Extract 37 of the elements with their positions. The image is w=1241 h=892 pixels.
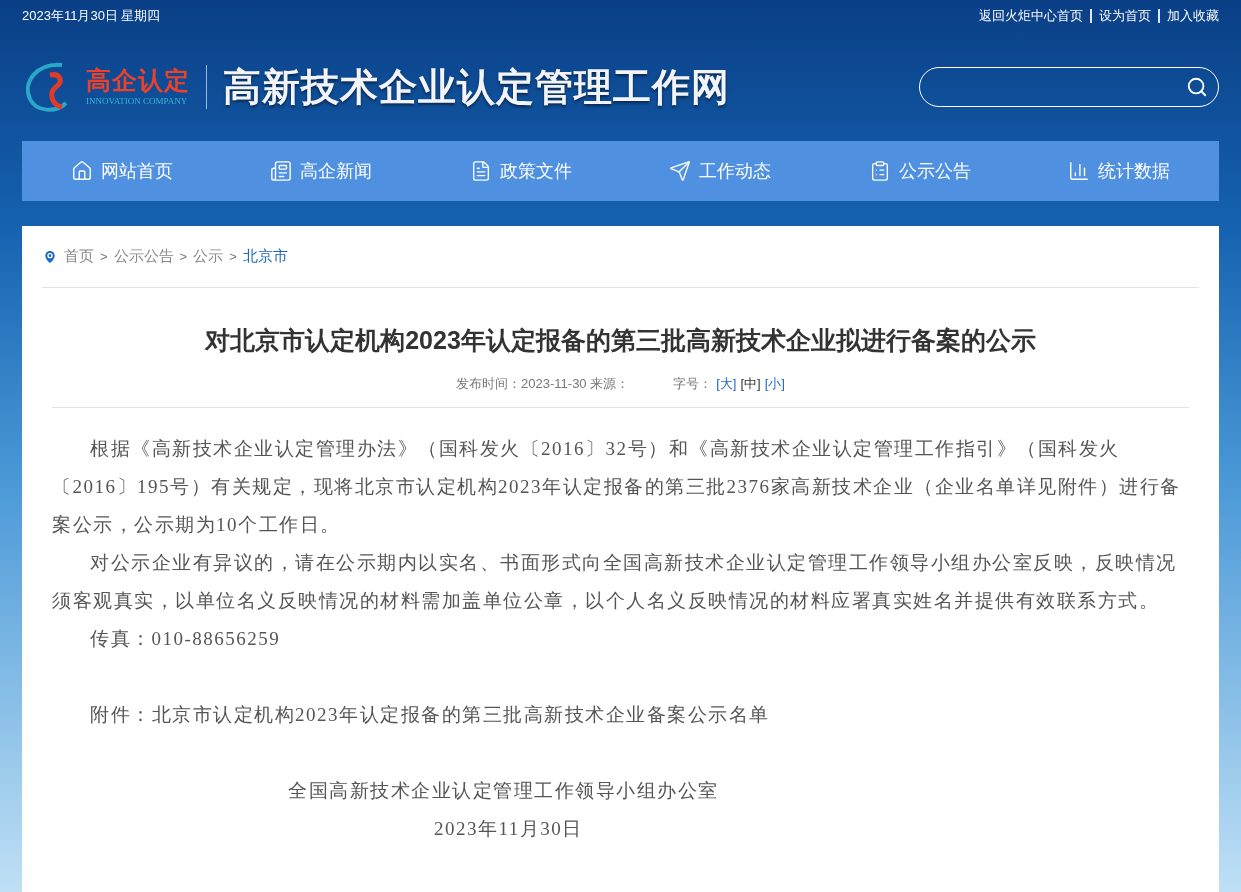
nav-item[interactable]: 统计数据 <box>1062 153 1177 189</box>
breadcrumb-separator: > <box>229 247 237 266</box>
bar-chart-icon <box>1068 160 1091 182</box>
article-title: 对北京市认定机构2023年认定报备的第三批高新技术企业拟进行备案的公示 <box>203 325 1037 356</box>
attachment-text: 附件：北京市认定机构2023年认定报备的第三批高新技术企业备案公示名单 <box>89 703 771 727</box>
header-link[interactable]: 加入收藏 <box>1167 6 1219 26</box>
body-paragraph: 根据《高新技术企业认定管理办法》（国科发火〔2016〕32号）和《高新技术企业认定管理工作指引》（国科发火〔2016〕195号）有关规定，现将北京市认定机构2023年认定报备的第三批2376家高新技术企业（企业名单详见附件）进行备案公示，公示期为10个工作日。 <box>52 437 1182 537</box>
home-icon <box>70 160 93 182</box>
nav-item[interactable]: 网站首页 <box>64 153 179 189</box>
breadcrumb-link[interactable]: 公示公告 <box>113 245 174 268</box>
font-size-option[interactable]: [大] <box>716 373 737 393</box>
breadcrumb-link[interactable]: 首页 <box>64 245 94 268</box>
body-paragraph: 对公示企业有异议的，请在公示期内以实名、书面形式向全国高新技术企业认定管理工作领导小组办公室反映，反映情况须客观真实，以单位名义反映情况的材料需加盖单位公章，以个人名义反映情况的材料应署真实姓名并提供有效联系方式。 <box>52 551 1178 613</box>
nav-item[interactable]: 政策文件 <box>463 153 578 189</box>
paper-plane-icon <box>669 160 692 182</box>
breadcrumb-link[interactable]: 公示 <box>193 245 224 268</box>
search-icon[interactable] <box>1186 75 1208 98</box>
font-size-option[interactable]: [小] <box>764 373 785 393</box>
publish-meta: 发布时间：2023-11-30 来源： <box>456 374 630 393</box>
nav-item[interactable]: 高企新闻 <box>264 153 379 189</box>
newspaper-icon <box>270 160 293 182</box>
signature-text: 全国高新技术企业认定管理工作领导小组办公室 <box>287 779 720 803</box>
nav-item[interactable]: 公示公告 <box>862 153 977 189</box>
font-size-option[interactable]: [中] <box>740 373 761 393</box>
date-text: 2023年11月30日 星期四 <box>22 7 161 26</box>
logo-subtext: INNOVATION COMPANY <box>86 96 189 106</box>
breadcrumb-link[interactable]: 北京市 <box>242 245 288 268</box>
nav-item[interactable]: 工作动态 <box>663 153 778 189</box>
logo-text: 高企认定 <box>86 67 190 93</box>
site-title: 高新技术企业认定管理工作网 <box>223 63 730 111</box>
breadcrumb-separator: > <box>100 247 108 266</box>
font-size-label: 字号： <box>673 374 713 393</box>
header-link[interactable]: 设为首页 <box>1099 6 1151 26</box>
body-paragraph: 传真：010-88656259 <box>89 627 282 651</box>
breadcrumb-separator: > <box>179 247 188 266</box>
signature-date: 2023年11月30日 <box>433 817 584 841</box>
header-link[interactable]: 返回火炬中心首页 <box>979 6 1083 26</box>
